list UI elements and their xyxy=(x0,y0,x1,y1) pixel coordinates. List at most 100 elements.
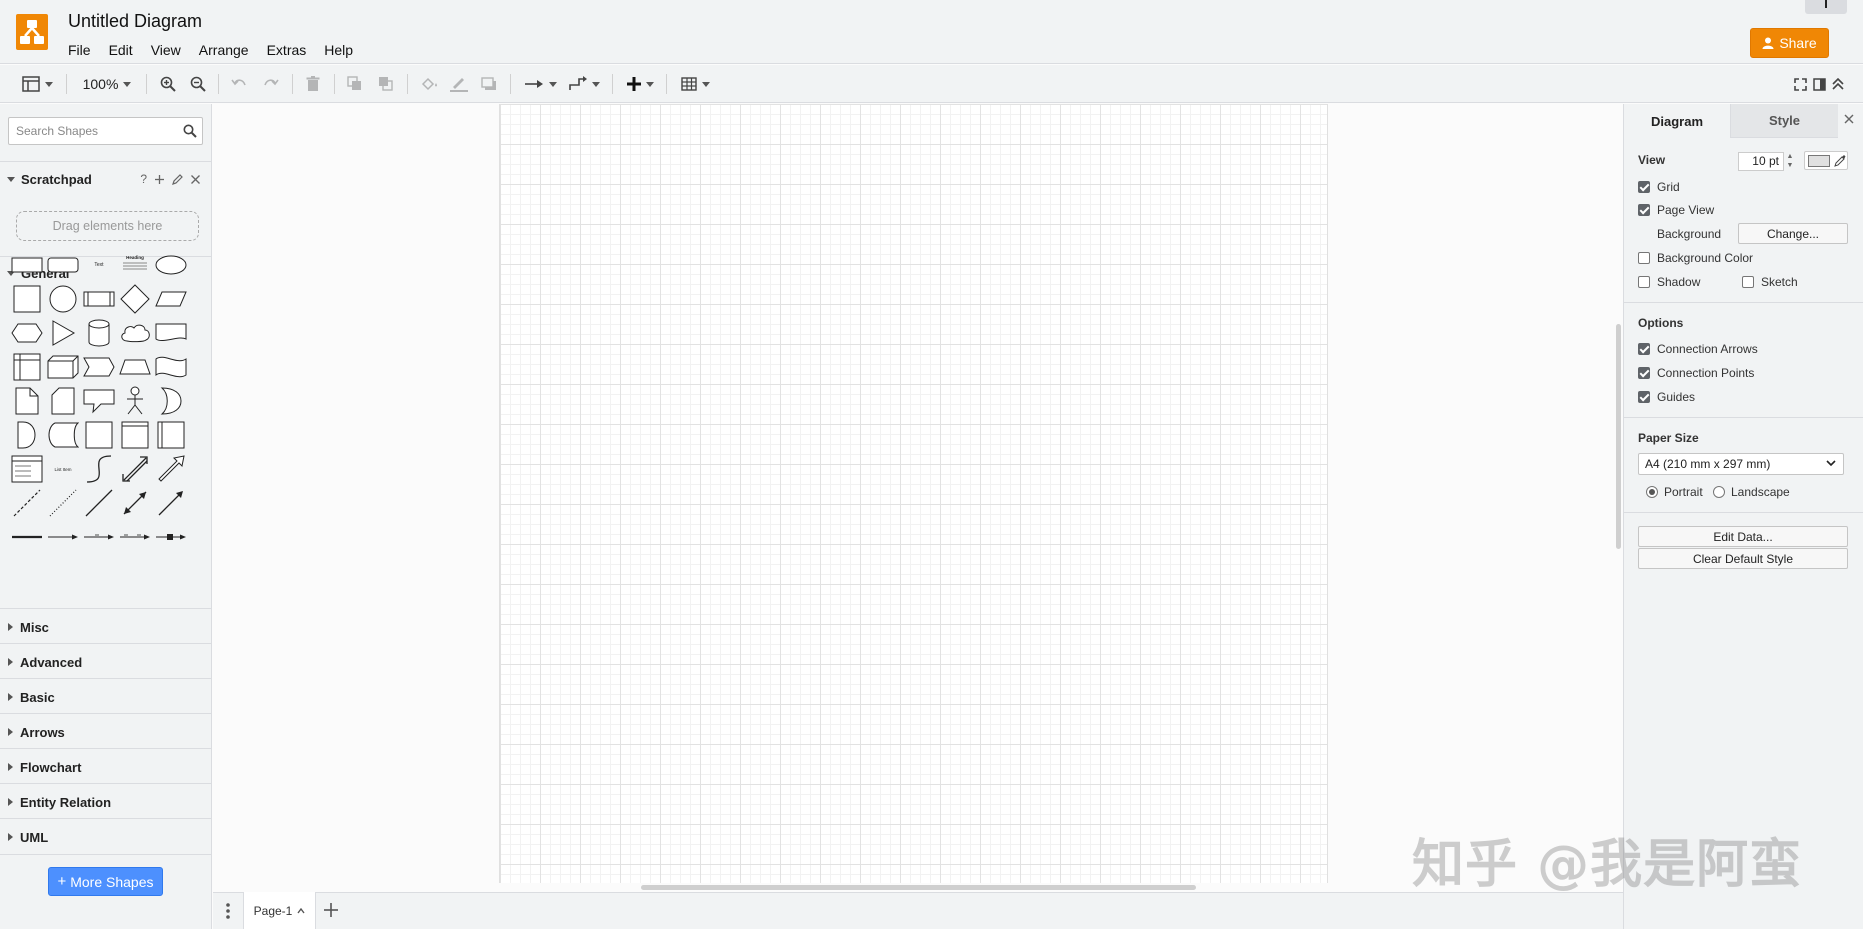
shape-cylinder[interactable] xyxy=(81,318,117,348)
close-icon[interactable] xyxy=(1844,114,1854,124)
library-misc[interactable]: Misc xyxy=(0,616,212,638)
shape-cube[interactable] xyxy=(45,352,81,382)
shape-cloud[interactable] xyxy=(117,318,153,348)
zoom-out-button[interactable] xyxy=(188,73,208,95)
shape-trapezoid[interactable] xyxy=(117,352,153,382)
shape-callout[interactable] xyxy=(81,386,117,416)
fill-color-button[interactable] xyxy=(418,73,440,95)
shape-parallelogram[interactable] xyxy=(153,284,189,314)
zoom-in-button[interactable] xyxy=(158,73,178,95)
library-basic[interactable]: Basic xyxy=(0,686,212,708)
connection-arrows-option[interactable]: Connection Arrows xyxy=(1638,342,1758,356)
shape-bidirectional-connector[interactable] xyxy=(117,488,153,518)
landscape-option[interactable]: Landscape xyxy=(1713,485,1790,499)
shape-container-header[interactable] xyxy=(117,420,153,450)
shape-document[interactable] xyxy=(153,318,189,348)
shape-curve[interactable] xyxy=(81,454,117,484)
shape-bidirectional-arrow[interactable] xyxy=(117,454,153,484)
shape-double-labeled-link[interactable] xyxy=(117,522,153,552)
paper-size-select[interactable]: A4 (210 mm x 297 mm) xyxy=(1638,453,1844,475)
menu-help[interactable]: Help xyxy=(324,40,361,60)
shape-ellipse[interactable] xyxy=(153,250,189,280)
undo-button[interactable] xyxy=(229,73,249,95)
guides-checkbox[interactable] xyxy=(1638,391,1650,403)
search-icon[interactable] xyxy=(183,124,197,138)
more-vertical-icon[interactable] xyxy=(225,902,231,920)
chevron-up-icon[interactable] xyxy=(297,908,305,914)
menu-edit[interactable]: Edit xyxy=(109,40,141,60)
menu-arrange[interactable]: Arrange xyxy=(199,40,257,60)
insert-button[interactable] xyxy=(623,73,657,95)
shape-list[interactable] xyxy=(9,454,45,484)
redo-button[interactable] xyxy=(261,73,281,95)
shape-diamond[interactable] xyxy=(117,284,153,314)
shape-text[interactable]: Text xyxy=(81,250,117,280)
tab-style[interactable]: Style xyxy=(1730,104,1838,138)
shape-vertical-container[interactable] xyxy=(153,420,189,450)
vertical-scrollbar[interactable] xyxy=(1616,324,1621,549)
shadow-button[interactable] xyxy=(478,73,500,95)
line-color-button[interactable] xyxy=(448,73,470,95)
menu-view[interactable]: View xyxy=(151,40,189,60)
shape-triangle[interactable] xyxy=(45,318,81,348)
shadow-option[interactable]: Shadow xyxy=(1638,275,1700,289)
shape-tape[interactable] xyxy=(153,352,189,382)
edit-icon[interactable] xyxy=(172,173,183,185)
view-menu-button[interactable] xyxy=(18,73,56,95)
tab-diagram[interactable]: Diagram xyxy=(1624,104,1730,138)
fullscreen-button[interactable] xyxy=(1791,73,1809,95)
shape-textbox[interactable]: Heading xyxy=(117,250,153,280)
shape-labeled-link[interactable] xyxy=(81,522,117,552)
sketch-option[interactable]: Sketch xyxy=(1742,275,1798,289)
shape-thick-link[interactable] xyxy=(9,522,45,552)
shape-hexagon[interactable] xyxy=(9,318,45,348)
page-tab[interactable]: Page-1 xyxy=(243,892,316,929)
menu-extras[interactable]: Extras xyxy=(267,40,315,60)
top-right-handle[interactable] xyxy=(1805,0,1847,14)
grid-color-picker[interactable] xyxy=(1804,151,1848,170)
shape-square[interactable] xyxy=(9,284,45,314)
portrait-option[interactable]: Portrait xyxy=(1646,485,1703,499)
connection-arrows-checkbox[interactable] xyxy=(1638,343,1650,355)
shape-note[interactable] xyxy=(9,386,45,416)
search-input[interactable] xyxy=(9,118,179,144)
plus-icon[interactable] xyxy=(155,174,164,184)
shape-rectangle[interactable] xyxy=(9,250,45,280)
diagram-page[interactable] xyxy=(499,104,1328,883)
guides-option[interactable]: Guides xyxy=(1638,390,1695,404)
background-color-option[interactable]: Background Color xyxy=(1638,251,1753,265)
shape-dotted-line[interactable] xyxy=(45,488,81,518)
share-button[interactable]: Share xyxy=(1750,28,1829,58)
page-view-checkbox[interactable] xyxy=(1638,204,1650,216)
zoom-dropdown[interactable]: 100% xyxy=(78,73,136,95)
shape-or[interactable] xyxy=(153,386,189,416)
library-arrows[interactable]: Arrows xyxy=(0,721,212,743)
scratchpad-help-button[interactable]: ? xyxy=(140,172,147,186)
library-entity-relation[interactable]: Entity Relation xyxy=(0,791,212,813)
grid-option[interactable]: Grid xyxy=(1638,180,1680,194)
change-background-button[interactable]: Change... xyxy=(1738,223,1848,244)
connection-style-button[interactable] xyxy=(522,73,558,95)
menu-file[interactable]: File xyxy=(68,40,99,60)
grid-checkbox[interactable] xyxy=(1638,181,1650,193)
drawio-logo[interactable] xyxy=(16,14,48,50)
shape-process[interactable] xyxy=(81,284,117,314)
connection-points-checkbox[interactable] xyxy=(1638,367,1650,379)
shape-link[interactable] xyxy=(45,522,81,552)
shape-circle[interactable] xyxy=(45,284,81,314)
library-uml[interactable]: UML xyxy=(0,826,212,848)
shape-line[interactable] xyxy=(81,488,117,518)
collapse-button[interactable] xyxy=(1829,73,1847,95)
shape-rounded-rectangle[interactable] xyxy=(45,250,81,280)
shape-box-link[interactable] xyxy=(153,522,189,552)
table-button[interactable] xyxy=(678,73,712,95)
shape-arrow[interactable] xyxy=(153,454,189,484)
shape-data-storage[interactable] xyxy=(45,420,81,450)
shape-step[interactable] xyxy=(81,352,117,382)
clear-default-style-button[interactable]: Clear Default Style xyxy=(1638,548,1848,569)
portrait-radio[interactable] xyxy=(1646,486,1658,498)
format-panel-toggle[interactable] xyxy=(1810,73,1828,95)
page-view-option[interactable]: Page View xyxy=(1638,203,1714,217)
library-advanced[interactable]: Advanced xyxy=(0,651,212,673)
shape-actor[interactable] xyxy=(117,386,153,416)
